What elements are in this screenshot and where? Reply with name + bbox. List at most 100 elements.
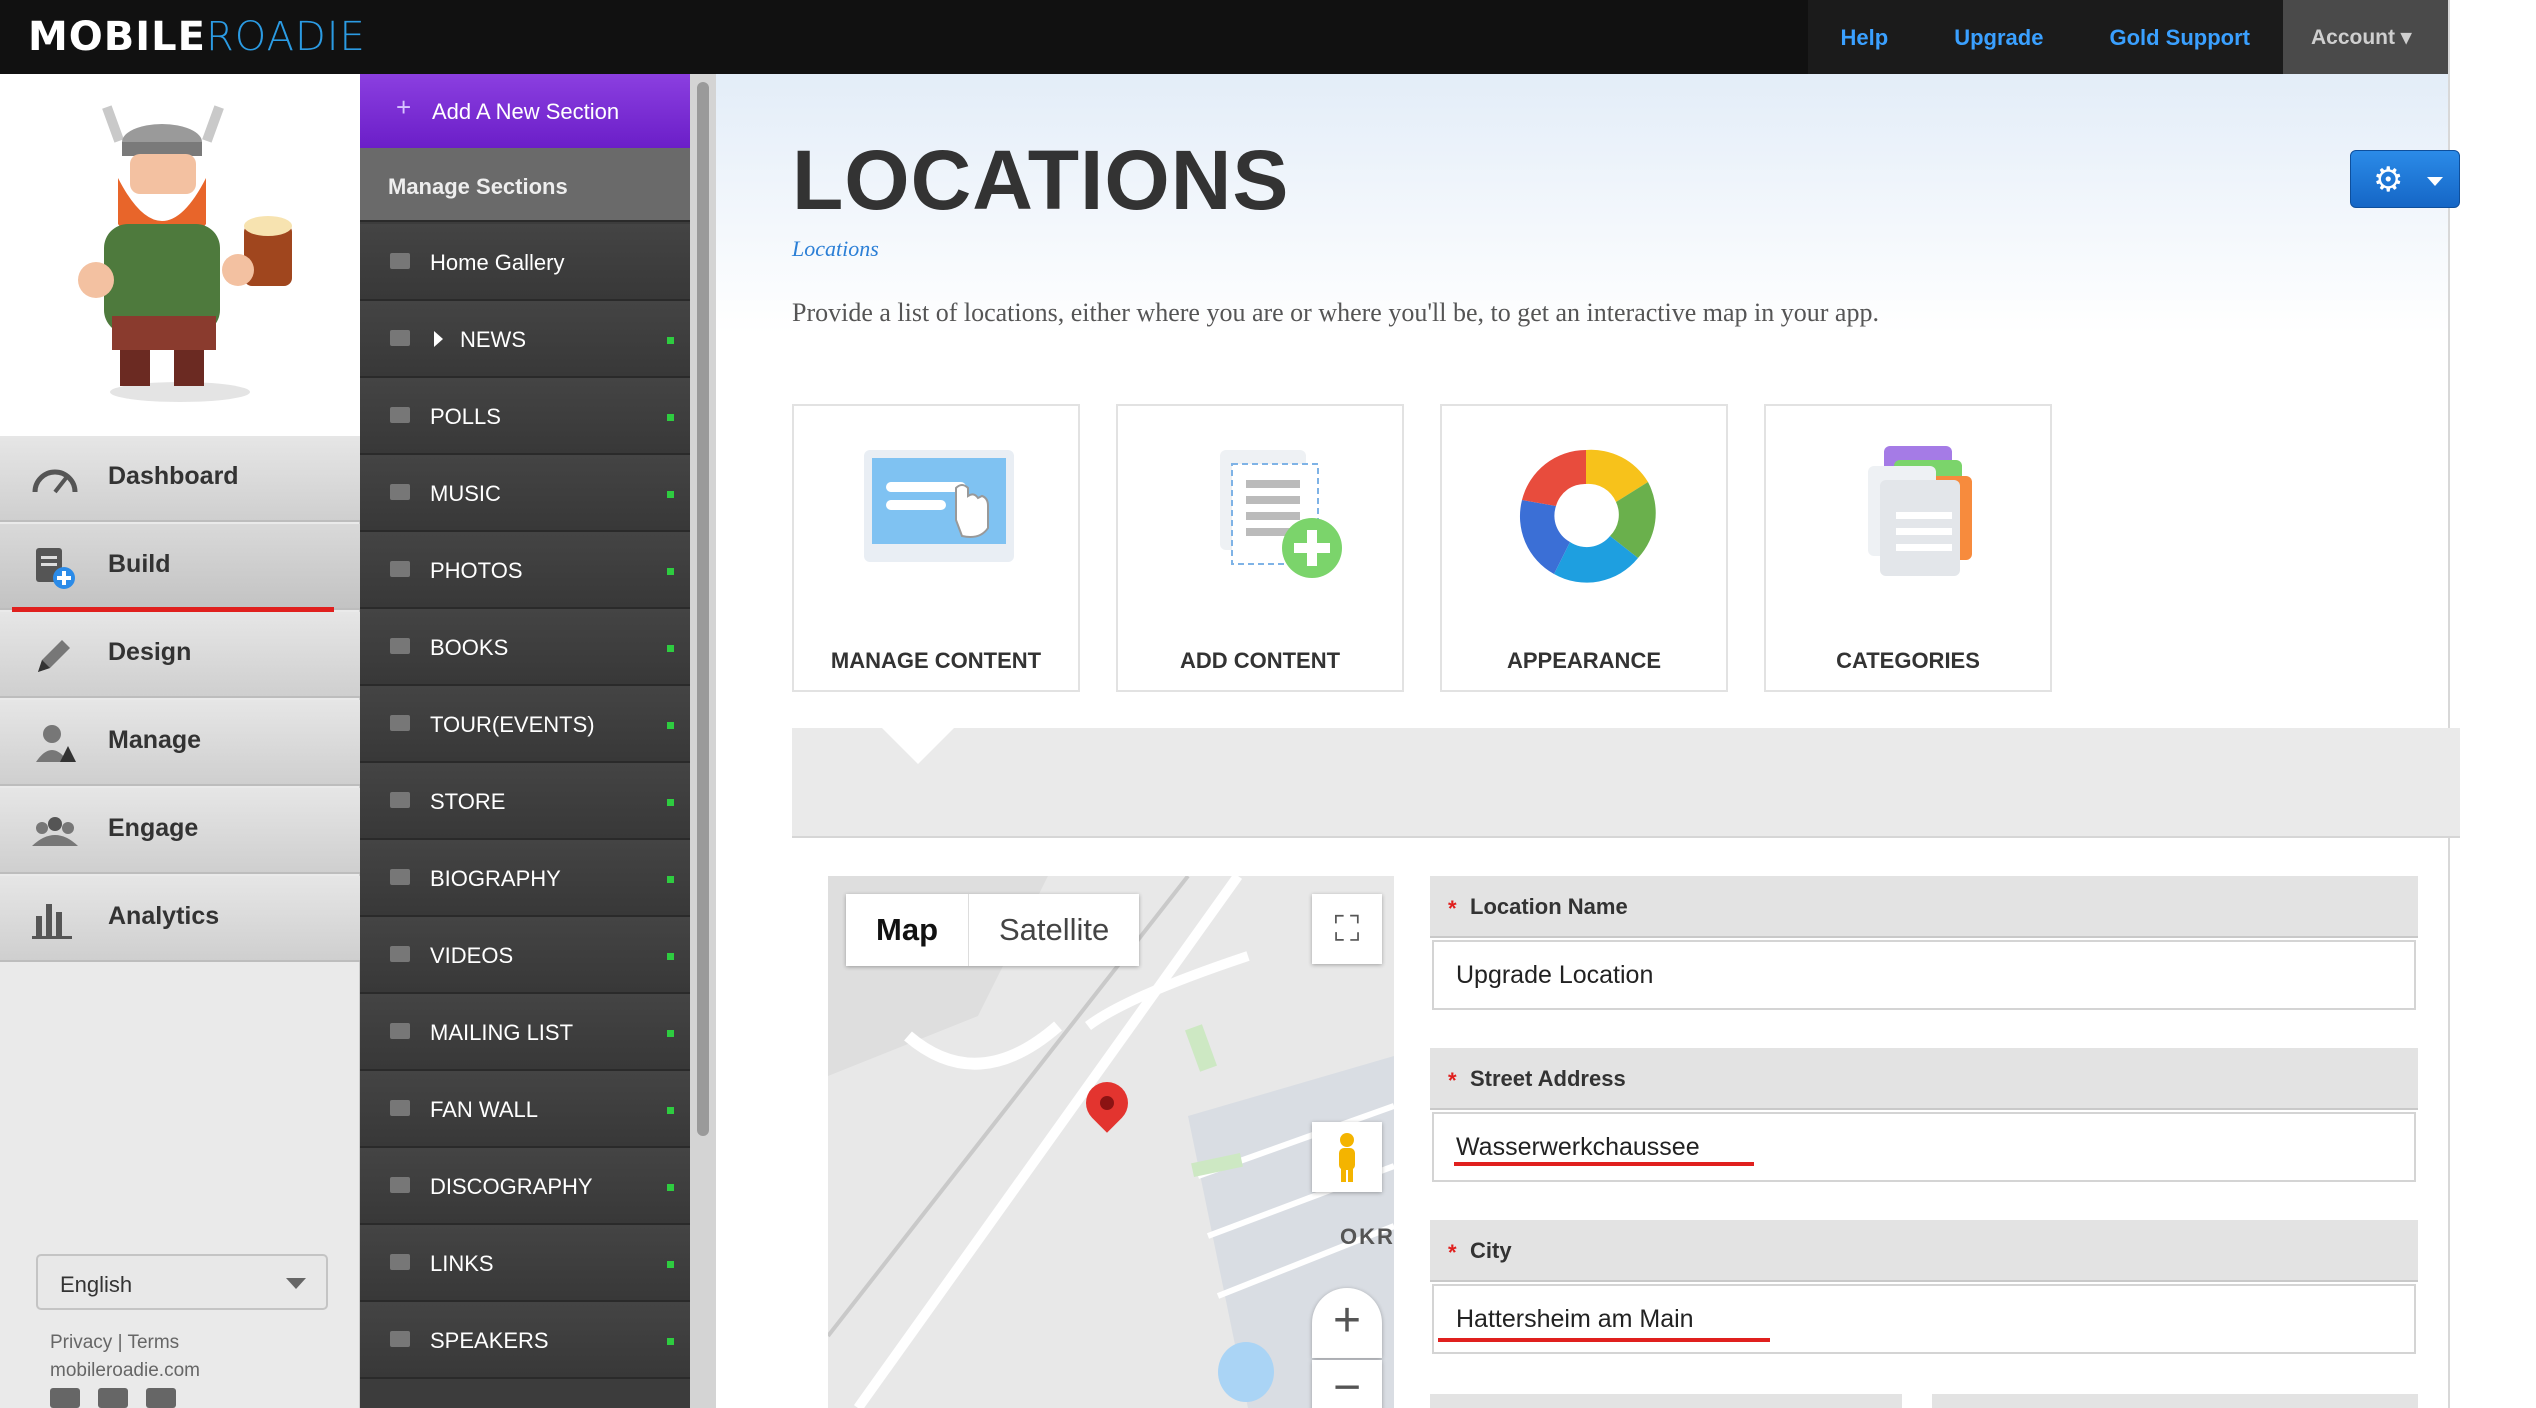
user-manage-icon [36, 725, 76, 762]
street-address-input[interactable] [1432, 1112, 2416, 1182]
section-item-label: PHOTOS [430, 558, 523, 583]
location-map[interactable]: Map Satellite ⛶ OKR + − [828, 876, 1394, 1408]
zoom-out-button[interactable]: − [1312, 1360, 1382, 1408]
twitter-icon[interactable] [50, 1388, 80, 1408]
page-scrollbar-track[interactable] [2448, 0, 2536, 1408]
nav-engage[interactable]: Engage [0, 788, 360, 874]
status-dot-icon [667, 1261, 674, 1268]
nav-build[interactable]: Build [0, 524, 360, 612]
section-item-label: BIOGRAPHY [430, 866, 561, 891]
email-icon[interactable] [146, 1388, 176, 1408]
sections-scrollbar-thumb[interactable] [697, 82, 709, 1136]
section-item-links[interactable]: LINKS [360, 1225, 690, 1302]
facebook-icon[interactable] [98, 1388, 128, 1408]
site-link[interactable]: mobileroadie.com [50, 1360, 200, 1382]
pencil-icon [38, 640, 70, 672]
section-item-label: VIDEOS [430, 943, 514, 968]
user-icon [390, 869, 410, 885]
nav-engage-label: Engage [108, 814, 199, 842]
status-dot-icon [667, 337, 674, 344]
language-select[interactable]: English [36, 1254, 328, 1310]
mobileroadie-logo[interactable]: MOBILEROADIE [28, 14, 366, 60]
add-new-section-button[interactable]: + Add A New Section [360, 74, 690, 148]
section-item-photos[interactable]: PHOTOS [360, 532, 690, 609]
page-title: LOCATIONS [792, 133, 1290, 227]
satellite-tab[interactable]: Satellite [969, 894, 1139, 966]
top-bar: MOBILEROADIE Help Upgrade Gold Support A… [0, 0, 2448, 74]
nav-design-label: Design [108, 638, 192, 666]
status-dot-icon [667, 722, 674, 729]
privacy-terms-links[interactable]: Privacy | Terms [50, 1332, 179, 1354]
nav-dashboard[interactable]: Dashboard [0, 436, 360, 522]
disc-icon [390, 1177, 410, 1193]
section-item-books[interactable]: BOOKS [360, 609, 690, 686]
street-address-highlight-underline [1454, 1162, 1754, 1166]
street-view-pegman-icon[interactable] [1312, 1122, 1382, 1192]
section-item-label: NEWS [460, 327, 526, 352]
location-name-input[interactable] [1432, 940, 2416, 1010]
main-content: LOCATIONS Locations ⚙ Provide a list of … [716, 74, 2460, 1408]
manage-content-icon [864, 450, 1014, 562]
people-icon [32, 817, 78, 846]
section-item-tour-events[interactable]: TOUR(EVENTS) [360, 686, 690, 763]
status-dot-icon [667, 953, 674, 960]
section-item-mailing-list[interactable]: MAILING LIST [360, 994, 690, 1071]
video-camera-icon [390, 946, 410, 962]
street-address-label-row: * Street Address [1430, 1048, 2418, 1110]
city-highlight-underline [1438, 1338, 1770, 1342]
section-item-store[interactable]: STORE [360, 763, 690, 840]
music-note-icon [390, 484, 410, 500]
upgrade-link[interactable]: Upgrade [1921, 0, 2077, 74]
nav-analytics[interactable]: Analytics [0, 876, 360, 962]
section-item-videos[interactable]: VIDEOS [360, 917, 690, 994]
nav-manage[interactable]: Manage [0, 700, 360, 786]
section-item-label: STORE [430, 789, 506, 814]
section-item-fan-wall[interactable]: FAN WALL [360, 1071, 690, 1148]
status-dot-icon [667, 799, 674, 806]
city-input[interactable] [1432, 1284, 2416, 1354]
link-icon [390, 1254, 410, 1270]
gold-support-link[interactable]: Gold Support [2076, 0, 2283, 74]
section-item-biography[interactable]: BIOGRAPHY [360, 840, 690, 917]
card-categories-label: CATEGORIES [1836, 648, 1980, 673]
settings-dropdown-button[interactable]: ⚙ [2350, 150, 2460, 208]
content-panel [792, 728, 2460, 838]
status-dot-icon [667, 1338, 674, 1345]
language-select-value: English [60, 1272, 133, 1297]
section-item-label: Home Gallery [430, 250, 565, 275]
section-item-label: BOOKS [430, 635, 509, 660]
sections-scrollbar[interactable] [690, 74, 716, 1408]
add-content-icon [1220, 450, 1342, 578]
checkmark-icon [390, 407, 410, 423]
card-appearance[interactable]: APPEARANCE [1440, 404, 1728, 692]
section-item-polls[interactable]: POLLS [360, 378, 690, 455]
help-link[interactable]: Help [1807, 0, 1922, 74]
chevron-down-icon [286, 1278, 306, 1289]
plus-icon: + [396, 92, 412, 122]
expand-arrow-icon[interactable] [434, 331, 443, 347]
nav-dashboard-label: Dashboard [108, 462, 239, 490]
zoom-in-button[interactable]: + [1312, 1288, 1382, 1358]
card-categories[interactable]: CATEGORIES [1764, 404, 2052, 692]
section-item-music[interactable]: MUSIC [360, 455, 690, 532]
nav-manage-label: Manage [108, 726, 202, 754]
section-item-speakers[interactable]: SPEAKERS [360, 1302, 690, 1379]
map-tab[interactable]: Map [846, 894, 969, 966]
card-manage-content[interactable]: MANAGE CONTENT [792, 404, 1080, 692]
card-add-content-label: ADD CONTENT [1179, 648, 1341, 673]
fullscreen-icon[interactable]: ⛶ [1312, 894, 1382, 964]
section-item-home-gallery[interactable]: Home Gallery [360, 224, 690, 301]
nav-design[interactable]: Design [0, 612, 360, 698]
status-dot-icon [667, 1184, 674, 1191]
left-sidebar: Dashboard Build Design Manage Engage Ana… [0, 74, 360, 1408]
add-new-section-label: Add A New Section [432, 99, 620, 124]
breadcrumb[interactable]: Locations [792, 236, 879, 262]
section-item-label: MAILING LIST [430, 1020, 574, 1045]
section-item-discography[interactable]: DISCOGRAPHY [360, 1148, 690, 1225]
speedometer-icon [32, 469, 78, 494]
section-item-news[interactable]: NEWS [360, 301, 690, 378]
card-add-content[interactable]: ADD CONTENT [1116, 404, 1404, 692]
top-nav: Help Upgrade Gold Support Account ▾ [1807, 0, 2448, 74]
status-dot-icon [667, 414, 674, 421]
account-menu[interactable]: Account ▾ [2283, 0, 2448, 74]
